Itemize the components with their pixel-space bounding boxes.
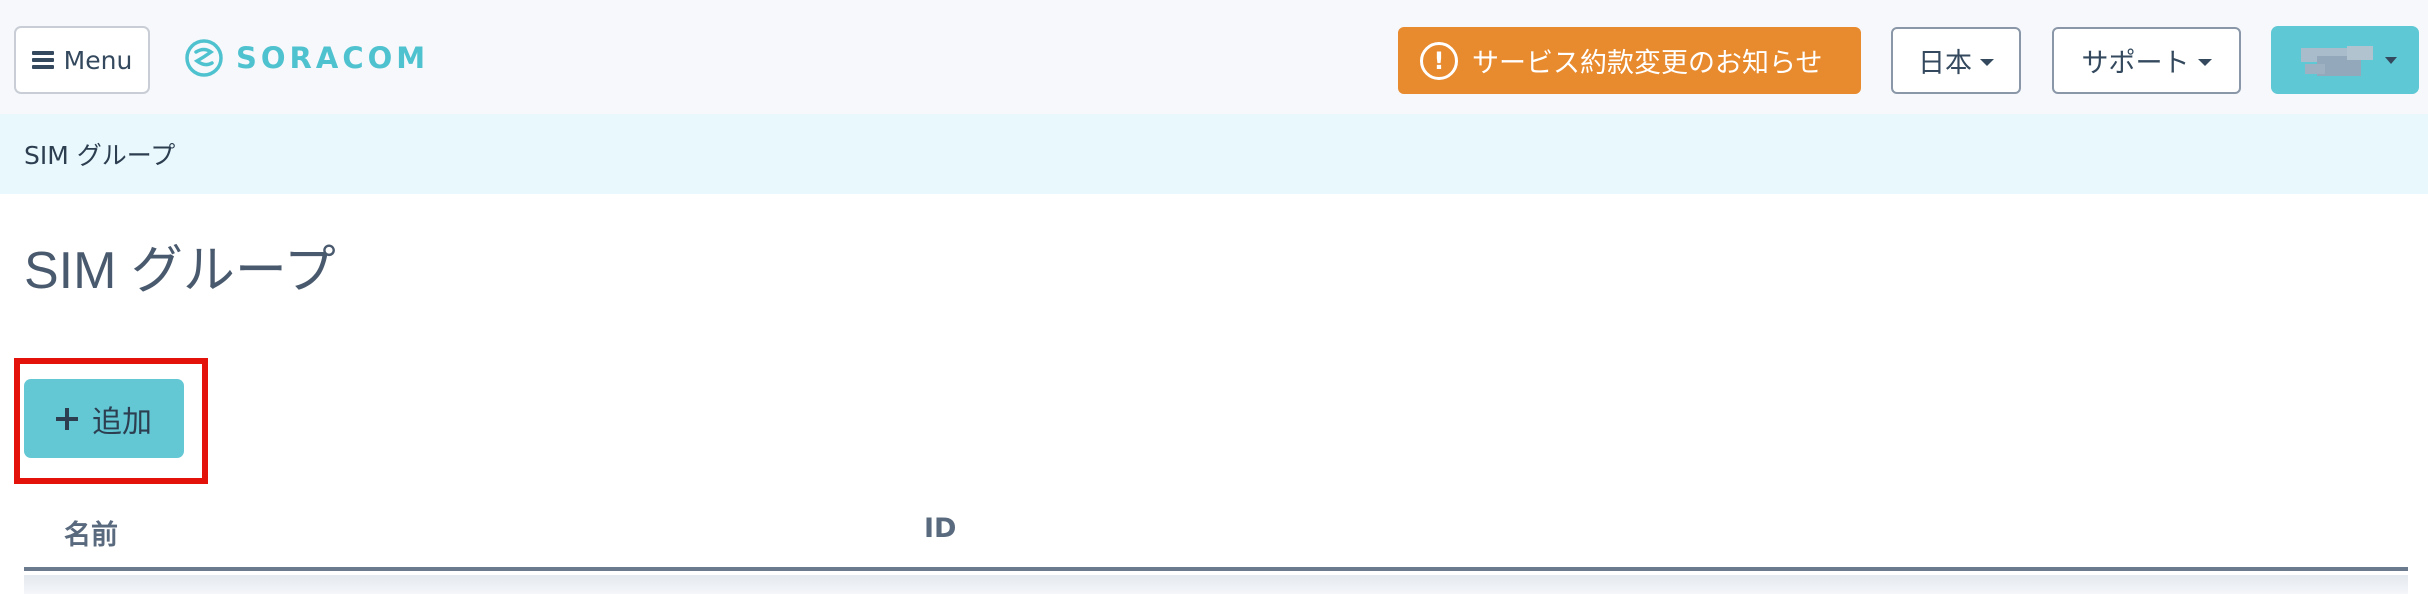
breadcrumb-current: SIM グループ	[24, 141, 176, 170]
caret-down-icon	[2385, 57, 2397, 64]
menu-button[interactable]: Menu	[14, 26, 150, 94]
add-sim-group-button[interactable]: 追加	[24, 379, 184, 458]
support-dropdown[interactable]: サポート	[2052, 27, 2241, 94]
sim-group-table-header: 名前 ID	[24, 505, 2408, 571]
caret-down-icon	[1980, 59, 1994, 66]
language-dropdown[interactable]: 日本	[1891, 27, 2021, 94]
column-header-id[interactable]: ID	[924, 513, 956, 544]
column-header-name[interactable]: 名前	[64, 513, 118, 552]
soracom-logo-icon	[185, 39, 223, 77]
logo-text: SORACOM	[236, 41, 430, 75]
plus-icon	[56, 407, 78, 430]
account-dropdown[interactable]	[2271, 26, 2419, 94]
hamburger-icon	[31, 51, 54, 69]
notice-label: サービス約款変更のお知らせ	[1472, 48, 1823, 79]
add-button-label: 追加	[92, 404, 152, 440]
breadcrumb-bar: SIM グループ	[0, 114, 2428, 194]
soracom-logo[interactable]: SORACOM	[184, 36, 429, 80]
table-body-top	[24, 575, 2408, 594]
caret-down-icon	[2197, 59, 2212, 66]
redacted-account-name	[2301, 44, 2379, 78]
top-navbar: Menu SORACOM ! サービス約款変更のお知らせ 日本 サポート	[0, 0, 2428, 114]
alert-circle-icon: !	[1420, 41, 1458, 80]
support-label: サポート	[2081, 48, 2190, 79]
language-label: 日本	[1918, 48, 1972, 79]
page-title: SIM グループ	[24, 242, 336, 300]
terms-change-notice-button[interactable]: ! サービス約款変更のお知らせ	[1398, 27, 1861, 94]
menu-button-label: Menu	[63, 45, 133, 75]
